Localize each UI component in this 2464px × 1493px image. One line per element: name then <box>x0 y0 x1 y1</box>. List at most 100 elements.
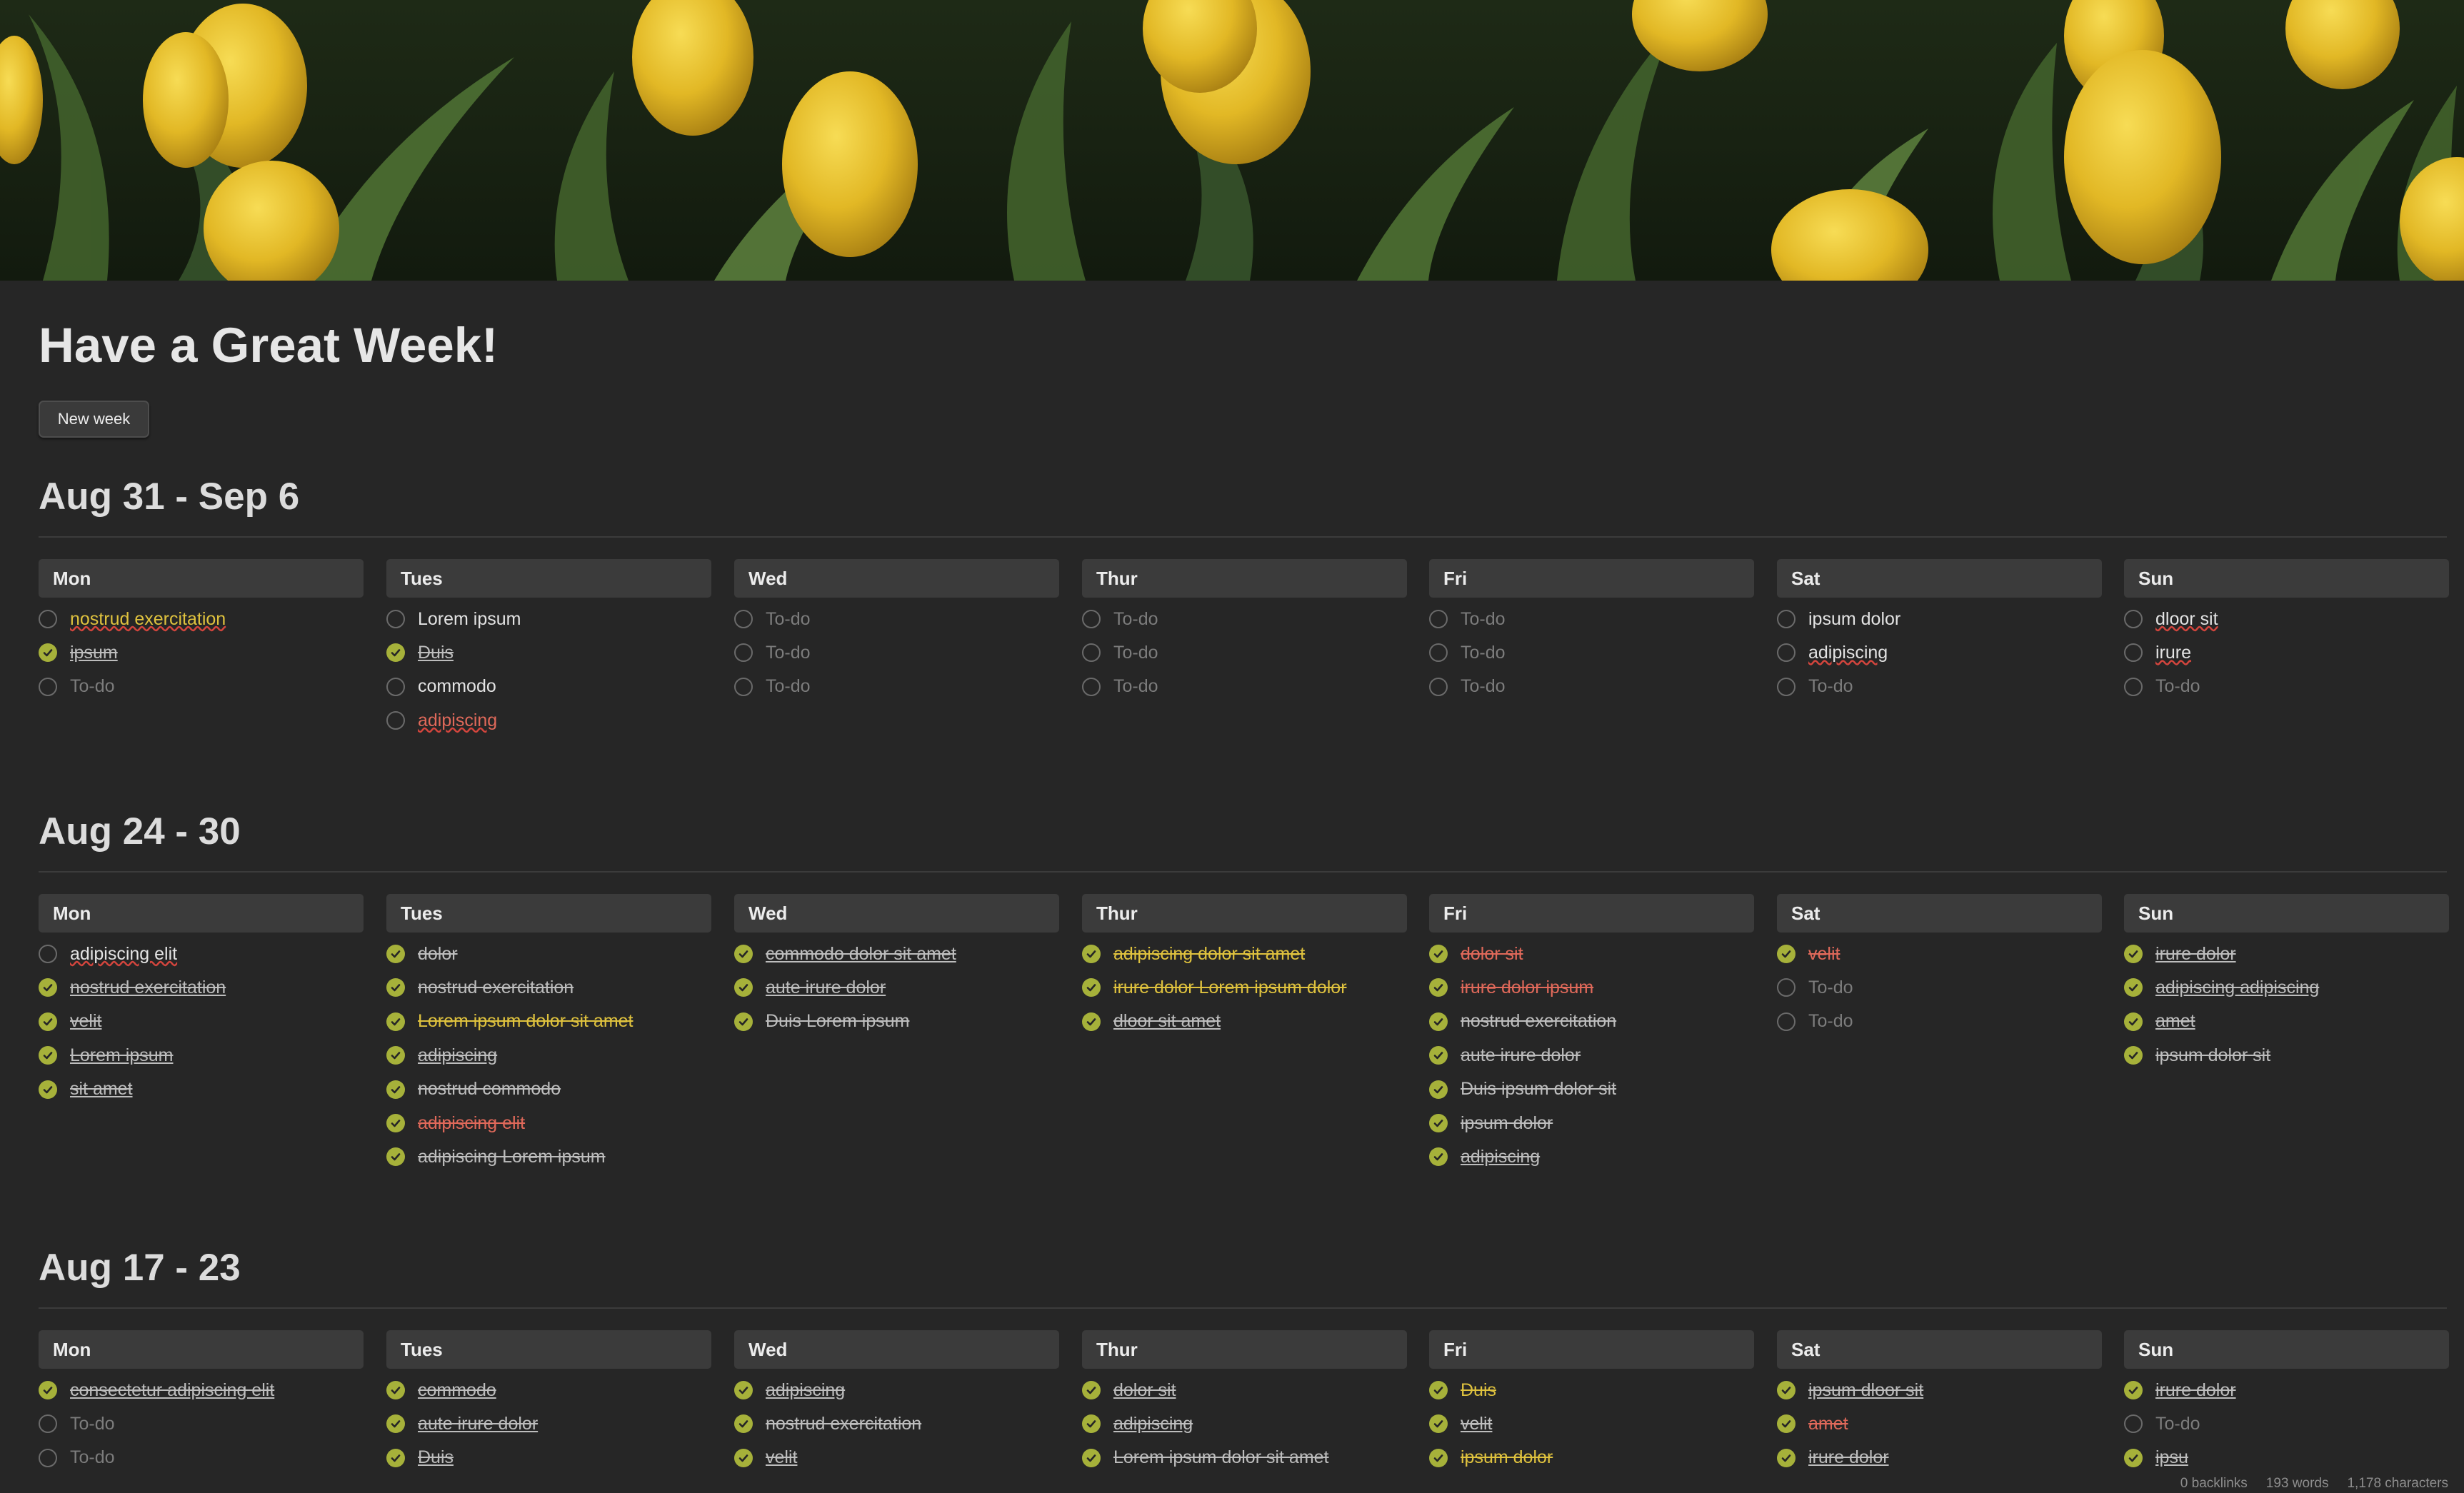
empty-circle-icon[interactable] <box>1082 610 1101 628</box>
checked-circle-icon[interactable] <box>386 1147 405 1167</box>
todo-label[interactable]: irure <box>2155 643 2191 663</box>
checked-circle-icon[interactable] <box>386 643 405 663</box>
todo-label[interactable]: dloor sit amet <box>1113 1011 1221 1032</box>
empty-circle-icon[interactable] <box>1777 1012 1796 1031</box>
checked-circle-icon[interactable] <box>39 1012 57 1031</box>
checked-circle-icon[interactable] <box>2124 1381 2143 1399</box>
empty-circle-icon[interactable] <box>39 1448 57 1467</box>
todo-label[interactable]: Lorem ipsum <box>418 609 521 630</box>
todo-label[interactable]: sit amet <box>70 1079 133 1100</box>
checked-circle-icon[interactable] <box>386 1414 405 1434</box>
todo-label[interactable]: irure dolor <box>1808 1447 1889 1468</box>
backlinks-count[interactable]: 0 backlinks <box>2180 1476 2248 1492</box>
todo-placeholder[interactable]: To-do <box>1113 609 1158 630</box>
checked-circle-icon[interactable] <box>2124 1046 2143 1065</box>
todo-label[interactable]: ipsum <box>70 643 118 663</box>
checked-circle-icon[interactable] <box>1429 1080 1448 1099</box>
todo-label[interactable]: aute irure dolor <box>418 1414 538 1434</box>
todo-label[interactable]: ipsum dolor <box>1461 1113 1553 1134</box>
empty-circle-icon[interactable] <box>2124 677 2143 696</box>
todo-label[interactable]: dolor sit <box>1461 944 1523 965</box>
todo-label[interactable]: adipiscing <box>1461 1147 1540 1167</box>
todo-label[interactable]: irure dolor <box>2155 1380 2236 1401</box>
empty-circle-icon[interactable] <box>39 610 57 628</box>
empty-circle-icon[interactable] <box>734 610 753 628</box>
empty-circle-icon[interactable] <box>39 945 57 963</box>
checked-circle-icon[interactable] <box>1429 1114 1448 1132</box>
empty-circle-icon[interactable] <box>39 1414 57 1434</box>
empty-circle-icon[interactable] <box>734 677 753 696</box>
todo-placeholder[interactable]: To-do <box>1808 977 1853 998</box>
todo-label[interactable]: Duis <box>1461 1380 1496 1401</box>
todo-label[interactable]: Lorem ipsum dolor sit amet <box>418 1011 633 1032</box>
todo-label[interactable]: amet <box>2155 1011 2195 1032</box>
checked-circle-icon[interactable] <box>1777 1381 1796 1399</box>
checked-circle-icon[interactable] <box>734 1414 753 1434</box>
checked-circle-icon[interactable] <box>39 1080 57 1099</box>
todo-label[interactable]: velit <box>70 1011 101 1032</box>
checked-circle-icon[interactable] <box>1429 1012 1448 1031</box>
checked-circle-icon[interactable] <box>1777 1448 1796 1467</box>
todo-label[interactable]: ipsum dloor sit <box>1808 1380 1923 1401</box>
todo-label[interactable]: consectetur adipiscing elit <box>70 1380 274 1401</box>
checked-circle-icon[interactable] <box>2124 1448 2143 1467</box>
todo-label[interactable]: ipsum dolor <box>1461 1447 1553 1468</box>
todo-label[interactable]: nostrud commodo <box>418 1079 561 1100</box>
todo-label[interactable]: adipiscing <box>766 1380 845 1401</box>
todo-label[interactable]: commodo <box>418 676 496 697</box>
todo-label[interactable]: nostrud exercitation <box>418 977 574 998</box>
checked-circle-icon[interactable] <box>1777 1414 1796 1434</box>
todo-label[interactable]: nostrud exercitation <box>70 977 226 998</box>
todo-label[interactable]: adipiscing Lorem ipsum <box>418 1147 606 1167</box>
todo-placeholder[interactable]: To-do <box>70 1414 115 1434</box>
todo-label[interactable]: irure dolor <box>2155 944 2236 965</box>
todo-placeholder[interactable]: To-do <box>1461 676 1506 697</box>
todo-label[interactable]: dolor sit <box>1113 1380 1176 1401</box>
todo-label[interactable]: Duis Lorem ipsum <box>766 1011 909 1032</box>
todo-label[interactable]: Duis ipsum dolor sit <box>1461 1079 1616 1100</box>
empty-circle-icon[interactable] <box>1777 610 1796 628</box>
checked-circle-icon[interactable] <box>734 1448 753 1467</box>
empty-circle-icon[interactable] <box>1429 610 1448 628</box>
checked-circle-icon[interactable] <box>39 1381 57 1399</box>
todo-label[interactable]: adipiscing elit <box>418 1113 525 1134</box>
todo-label[interactable]: adipiscing <box>1113 1414 1193 1434</box>
todo-placeholder[interactable]: To-do <box>2155 676 2200 697</box>
todo-placeholder[interactable]: To-do <box>1808 1011 1853 1032</box>
empty-circle-icon[interactable] <box>734 643 753 663</box>
empty-circle-icon[interactable] <box>386 677 405 696</box>
todo-label[interactable]: Duis <box>418 643 454 663</box>
todo-label[interactable]: ipsum dolor sit <box>2155 1045 2270 1066</box>
todo-placeholder[interactable]: To-do <box>1113 643 1158 663</box>
empty-circle-icon[interactable] <box>1777 677 1796 696</box>
todo-placeholder[interactable]: To-do <box>1808 676 1853 697</box>
checked-circle-icon[interactable] <box>386 1080 405 1099</box>
checked-circle-icon[interactable] <box>1082 1414 1101 1434</box>
todo-placeholder[interactable]: To-do <box>70 676 115 697</box>
todo-placeholder[interactable]: To-do <box>1461 609 1506 630</box>
todo-placeholder[interactable]: To-do <box>766 676 811 697</box>
empty-circle-icon[interactable] <box>1082 677 1101 696</box>
todo-placeholder[interactable]: To-do <box>1113 676 1158 697</box>
todo-label[interactable]: aute irure dolor <box>766 977 886 998</box>
checked-circle-icon[interactable] <box>1777 945 1796 963</box>
checked-circle-icon[interactable] <box>1082 1448 1101 1467</box>
empty-circle-icon[interactable] <box>39 677 57 696</box>
checked-circle-icon[interactable] <box>386 1448 405 1467</box>
todo-label[interactable]: dolor <box>418 944 458 965</box>
todo-label[interactable]: velit <box>1461 1414 1492 1434</box>
checked-circle-icon[interactable] <box>1082 945 1101 963</box>
checked-circle-icon[interactable] <box>386 978 405 997</box>
todo-label[interactable]: Duis <box>418 1447 454 1468</box>
todo-label[interactable]: ipsu <box>2155 1447 2188 1468</box>
checked-circle-icon[interactable] <box>39 643 57 663</box>
empty-circle-icon[interactable] <box>1082 643 1101 663</box>
checked-circle-icon[interactable] <box>734 1381 753 1399</box>
checked-circle-icon[interactable] <box>734 978 753 997</box>
empty-circle-icon[interactable] <box>1429 643 1448 663</box>
todo-label[interactable]: ipsum dolor <box>1808 609 1900 630</box>
todo-label[interactable]: nostrud exercitation <box>766 1414 921 1434</box>
todo-label[interactable]: velit <box>1808 944 1840 965</box>
todo-label[interactable]: amet <box>1808 1414 1848 1434</box>
checked-circle-icon[interactable] <box>386 1046 405 1065</box>
